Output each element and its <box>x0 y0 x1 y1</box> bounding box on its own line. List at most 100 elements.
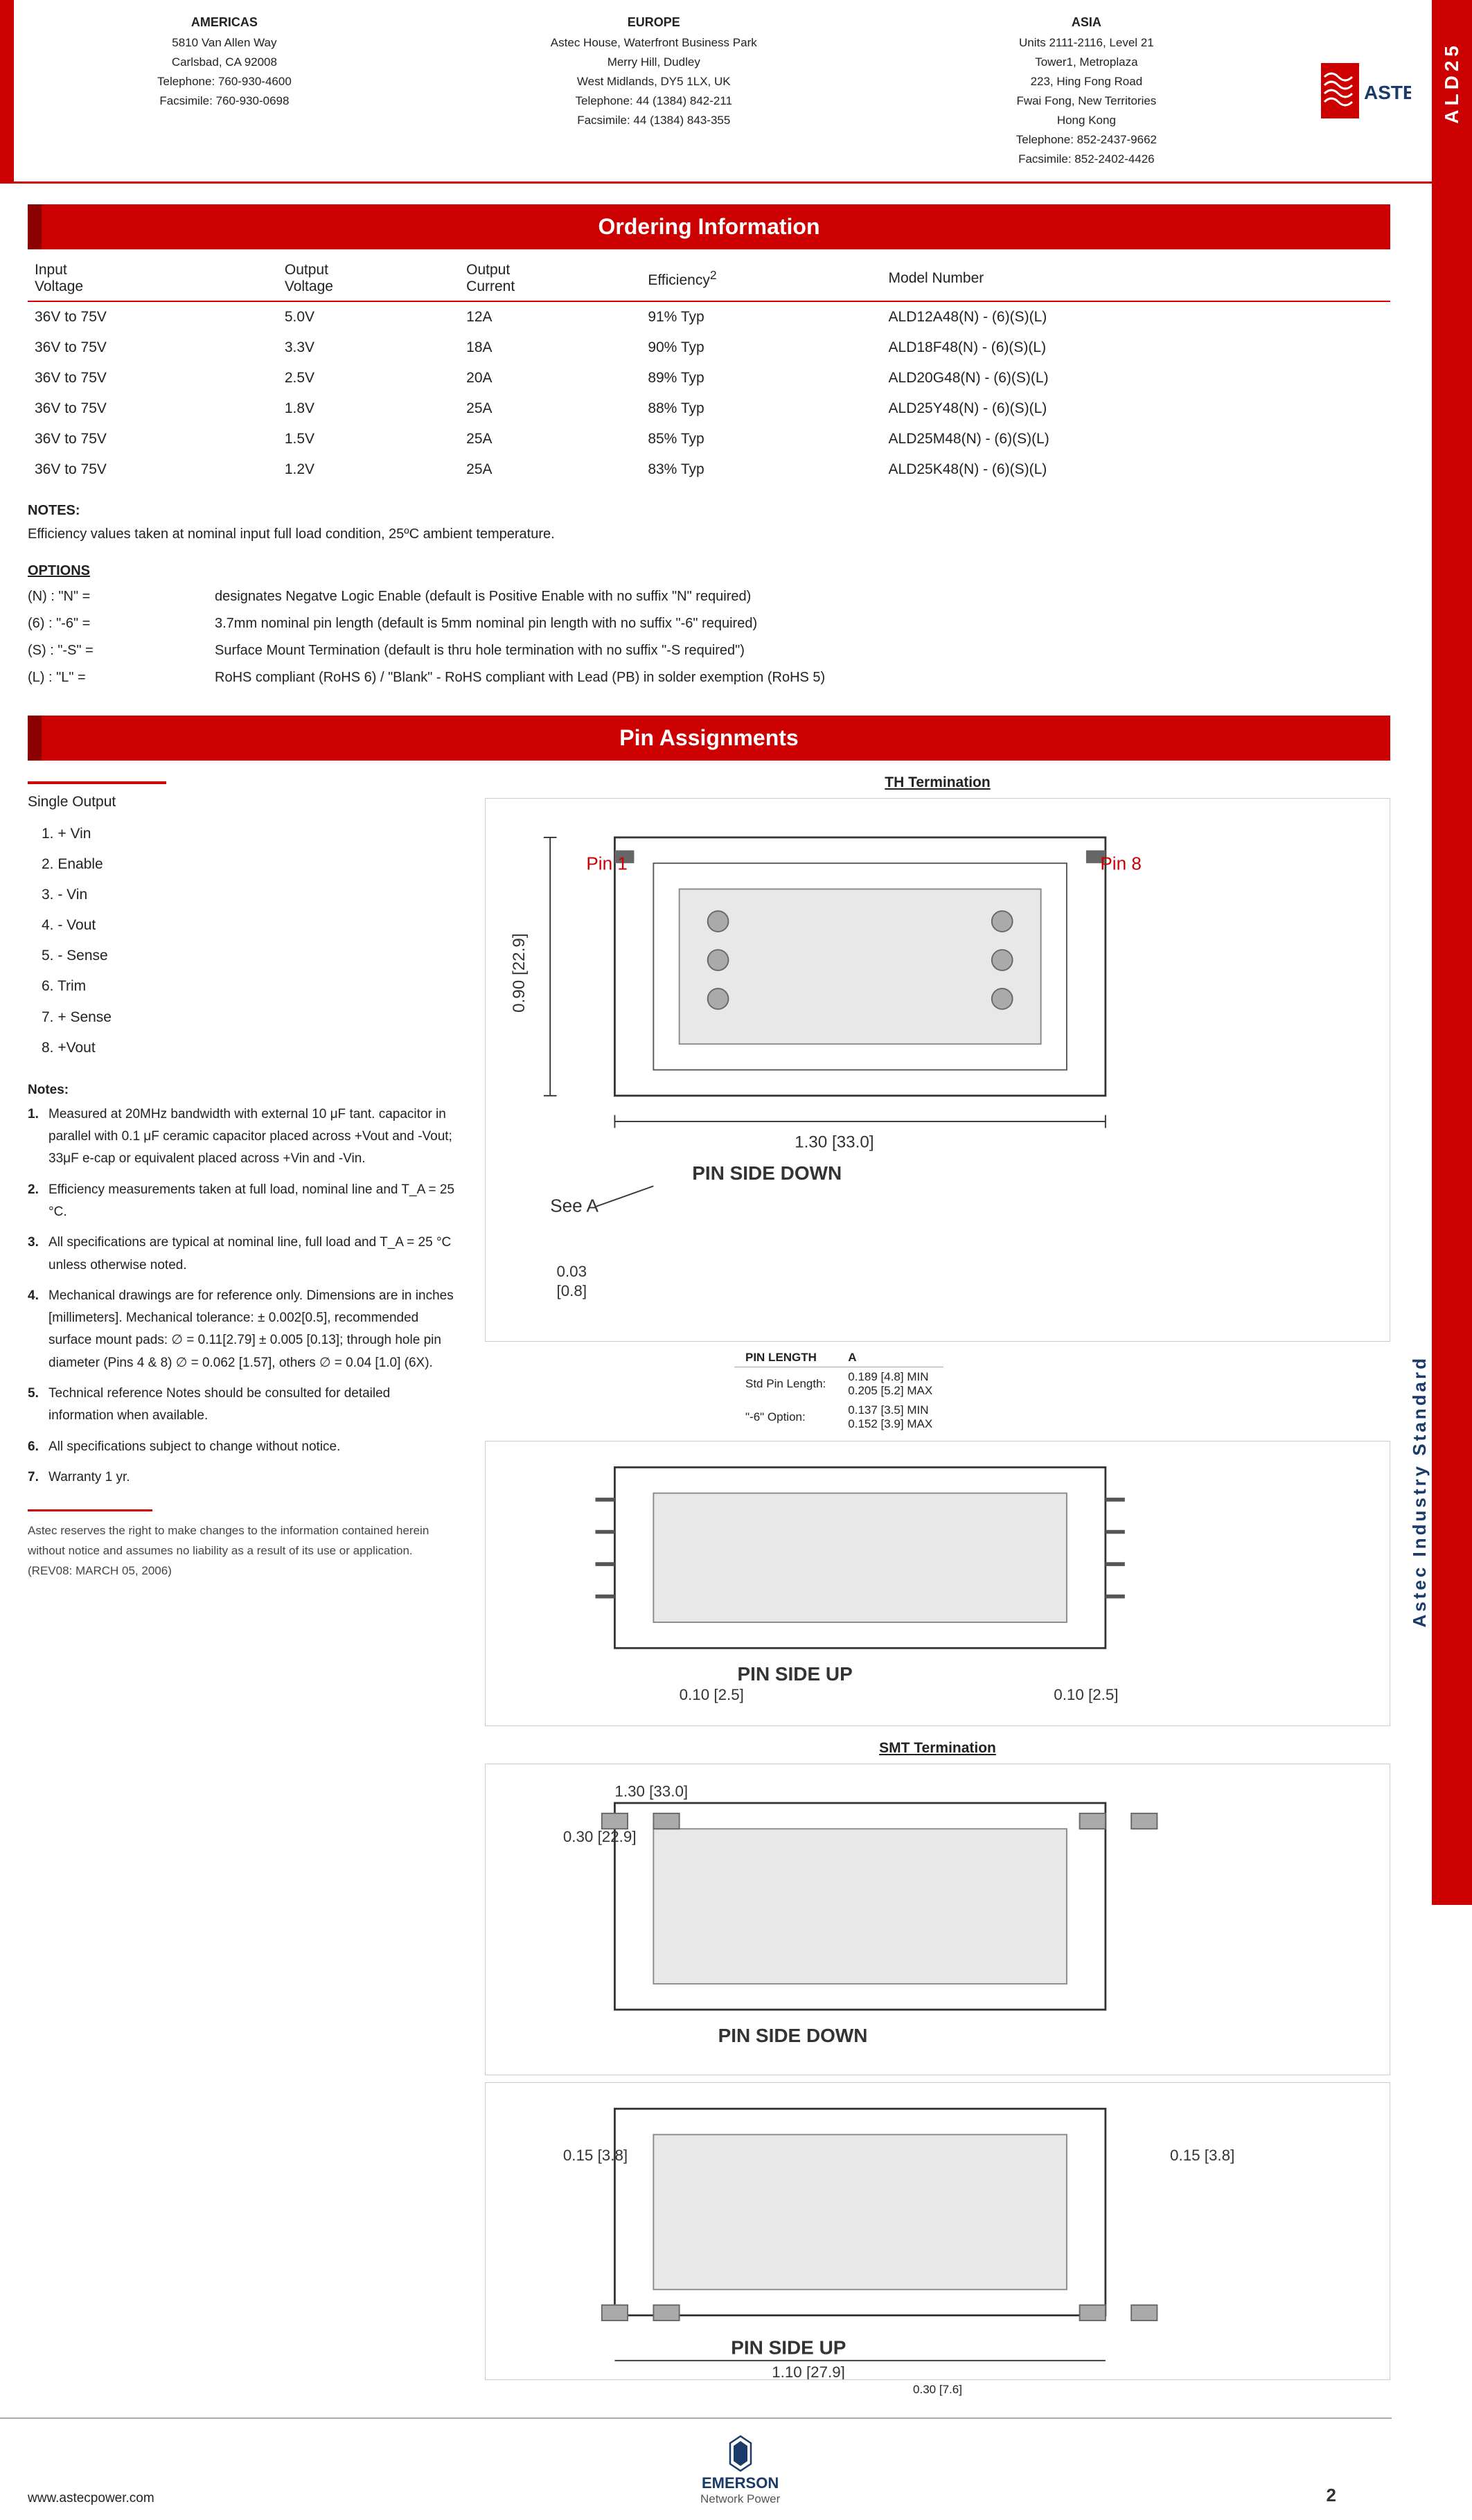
pl-header-name: PIN LENGTH <box>734 1349 837 1367</box>
list-item: 2.Efficiency measurements taken at full … <box>28 1179 457 1224</box>
table-cell: 2.5V <box>278 363 459 393</box>
pl-std-label: Std Pin Length: <box>734 1367 837 1401</box>
svg-text:0.03: 0.03 <box>557 1263 587 1280</box>
footer-branding: EMERSON Network Power <box>699 2433 782 2506</box>
th-diagram: Pin 1 Pin 8 1.30 [33 <box>485 798 1390 1342</box>
page-footer: www.astecpower.com EMERSON Network Power… <box>0 2417 1392 2520</box>
svg-text:0.15 [3.8]: 0.15 [3.8] <box>563 2146 628 2163</box>
pl-std-val1: 0.189 [4.8] MIN0.205 [5.2] MAX <box>837 1367 943 1401</box>
americas-address: AMERICAS 5810 Van Allen Way Carlsbad, CA… <box>157 12 292 169</box>
pl-6-label: "-6" Option: <box>734 1401 837 1434</box>
red-divider <box>28 781 166 784</box>
list-item: 3.All specifications are typical at nomi… <box>28 1232 457 1277</box>
note-number: 3. <box>28 1232 48 1277</box>
list-item: 4.Mechanical drawings are for reference … <box>28 1285 457 1374</box>
footer-red-divider <box>28 1509 152 1511</box>
ordering-table: InputVoltage OutputVoltage OutputCurrent… <box>28 249 1390 485</box>
footer-website[interactable]: www.astecpower.com <box>28 2491 154 2506</box>
note-text: Technical reference Notes should be cons… <box>48 1383 457 1428</box>
svg-text:Pin 8: Pin 8 <box>1100 853 1141 874</box>
ordering-header: Ordering Information <box>28 204 1390 249</box>
europe-line5: Facsimile: 44 (1384) 843-355 <box>551 111 757 130</box>
europe-line1: Astec House, Waterfront Business Park <box>551 33 757 53</box>
option-key: (N) : "N" = <box>28 584 215 610</box>
top-header: AMERICAS 5810 Van Allen Way Carlsbad, CA… <box>0 0 1432 184</box>
svg-text:0.15 [3.8]: 0.15 [3.8] <box>1170 2146 1234 2163</box>
pin-assignments-title: Pin Assignments <box>619 725 798 750</box>
table-cell: 12A <box>459 301 641 332</box>
asia-line1: Units 2111-2116, Level 21 <box>1016 33 1157 53</box>
option-value: 3.7mm nominal pin length (default is 5mm… <box>215 611 757 637</box>
th-output-current: OutputCurrent <box>459 249 641 301</box>
smt-down-diagram: PIN SIDE DOWN 1.30 [33.0] 0.30 [22.9] <box>485 1764 1390 2075</box>
note-number: 7. <box>28 1466 48 1489</box>
options-row: (S) : "-S" =Surface Mount Termination (d… <box>28 638 1390 664</box>
pin-assignments-section: Pin Assignments Single Output 1. + Vin2.… <box>28 716 1390 2397</box>
table-cell: 91% Typ <box>641 301 881 332</box>
table-cell: ALD25Y48(N) - (6)(S)(L) <box>882 393 1390 424</box>
option-key: (L) : "L" = <box>28 665 215 691</box>
table-cell: 83% Typ <box>641 454 881 485</box>
table-row: 36V to 75V3.3V18A90% TypALD18F48(N) - (6… <box>28 332 1390 363</box>
table-cell: 3.3V <box>278 332 459 363</box>
table-row: 36V to 75V1.5V25A85% TypALD25M48(N) - (6… <box>28 424 1390 454</box>
table-cell: 25A <box>459 393 641 424</box>
th-efficiency: Efficiency2 <box>641 249 881 301</box>
note-text: Measured at 20MHz bandwidth with externa… <box>48 1103 457 1171</box>
svg-text:[0.8]: [0.8] <box>557 1282 587 1299</box>
svg-text:PIN SIDE UP: PIN SIDE UP <box>738 1663 853 1685</box>
table-cell: 85% Typ <box>641 424 881 454</box>
list-item: 5. - Sense <box>42 941 457 971</box>
list-item: 1.Measured at 20MHz bandwidth with exter… <box>28 1103 457 1171</box>
svg-text:0.90 [22.9]: 0.90 [22.9] <box>510 933 529 1012</box>
asia-line7: Facsimile: 852-2402-4426 <box>1016 150 1157 169</box>
option-value: Surface Mount Termination (default is th… <box>215 638 745 664</box>
th-output-voltage: OutputVoltage <box>278 249 459 301</box>
europe-line2: Merry Hill, Dudley <box>551 53 757 72</box>
options-title: OPTIONS <box>28 558 1390 584</box>
page-number: 2 <box>1327 2485 1336 2506</box>
europe-address: EUROPE Astec House, Waterfront Business … <box>551 12 757 169</box>
svg-text:PIN SIDE UP: PIN SIDE UP <box>731 2336 846 2358</box>
table-cell: 20A <box>459 363 641 393</box>
svg-text:1.30 [33.0]: 1.30 [33.0] <box>614 1783 688 1800</box>
emerson-logo-svg <box>699 2433 782 2474</box>
note-text: Efficiency measurements taken at full lo… <box>48 1179 457 1224</box>
disclaimer-text: Astec reserves the right to make changes… <box>28 1521 457 1581</box>
note-text: Mechanical drawings are for reference on… <box>48 1285 457 1374</box>
table-cell: 1.5V <box>278 424 459 454</box>
note-number: 5. <box>28 1383 48 1428</box>
ordering-title: Ordering Information <box>598 214 820 239</box>
table-row: 36V to 75V2.5V20A89% TypALD20G48(N) - (6… <box>28 363 1390 393</box>
list-item: 1. + Vin <box>42 819 457 849</box>
smt-up-diagram: PIN SIDE UP 0.15 [3.8] 0.15 [3.8] 1.10 [… <box>485 2082 1390 2381</box>
table-cell: 90% Typ <box>641 332 881 363</box>
table-cell: 25A <box>459 424 641 454</box>
main-content: Ordering Information InputVoltage Output… <box>0 184 1432 2411</box>
table-cell: 36V to 75V <box>28 454 278 485</box>
list-item: 6. Trim <box>42 971 457 1002</box>
table-cell: 88% Typ <box>641 393 881 424</box>
th-title: TH Termination <box>485 774 1390 791</box>
list-item: 4. - Vout <box>42 910 457 941</box>
th-pin-side-up-diagram: PIN SIDE UP 0.10 [2.5] 0.10 [2.5] <box>485 1441 1390 1726</box>
pin-assignments-header: Pin Assignments <box>28 716 1390 761</box>
americas-line2: Carlsbad, CA 92008 <box>157 53 292 72</box>
table-cell: 5.0V <box>278 301 459 332</box>
europe-line4: Telephone: 44 (1384) 842-211 <box>551 91 757 111</box>
asia-line4: Fwai Fong, New Territories <box>1016 91 1157 111</box>
product-code-sidebar: ALD25 <box>1441 42 1463 124</box>
table-cell: ALD25K48(N) - (6)(S)(L) <box>882 454 1390 485</box>
table-cell: 36V to 75V <box>28 393 278 424</box>
note-number: 4. <box>28 1285 48 1374</box>
svg-text:0.10 [2.5]: 0.10 [2.5] <box>1054 1686 1118 1703</box>
smt-title: SMT Termination <box>485 1740 1390 1757</box>
note-number: 2. <box>28 1179 48 1224</box>
pin-length-table: PIN LENGTH A Std Pin Length: 0.189 [4.8]… <box>734 1349 943 1434</box>
americas-line1: 5810 Van Allen Way <box>157 33 292 53</box>
svg-text:0.10 [2.5]: 0.10 [2.5] <box>680 1686 744 1703</box>
table-cell: 36V to 75V <box>28 332 278 363</box>
header-left-bar <box>0 0 14 181</box>
table-cell: ALD18F48(N) - (6)(S)(L) <box>882 332 1390 363</box>
svg-text:1.30 [33.0]: 1.30 [33.0] <box>795 1133 874 1151</box>
